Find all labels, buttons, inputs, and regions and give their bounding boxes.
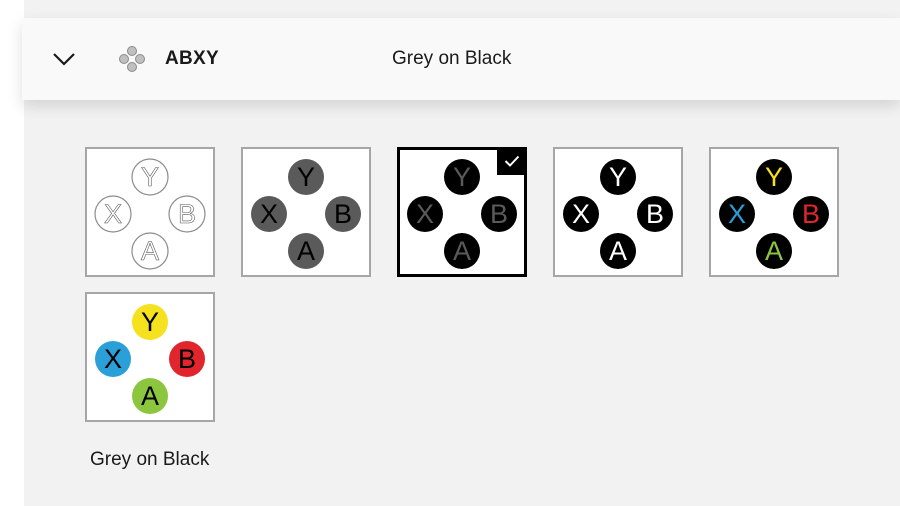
svg-text:A: A [297,236,315,266]
svg-text:B: B [178,199,196,229]
svg-text:Y: Y [141,307,159,337]
b-button-glyph: B [637,196,673,232]
b-button-glyph: B [481,196,517,232]
svg-text:Y: Y [609,162,627,192]
current-style-value: Grey on Black [392,48,512,69]
b-button-glyph: B [325,196,361,232]
svg-text:Y: Y [765,162,783,192]
style-option-grey-on-black[interactable]: YX BA [397,147,527,277]
a-button-glyph: A [132,378,168,414]
y-button-glyph: Y [288,159,324,195]
svg-text:X: X [416,199,434,229]
a-button-glyph: A [756,233,792,269]
style-option-white-on-black[interactable]: YX BA [553,147,683,277]
selected-style-caption: Grey on Black [90,449,210,470]
a-button-glyph: A [600,233,636,269]
b-button-glyph: B [168,195,206,233]
a-button-glyph: A [131,232,169,270]
a-button-glyph: A [444,233,480,269]
svg-text:A: A [609,236,627,266]
style-option-color-on-black[interactable]: YX BA [709,147,839,277]
x-button-glyph: X [407,196,443,232]
svg-text:Y: Y [453,162,471,192]
svg-text:B: B [646,199,664,229]
setting-title: ABXY [165,48,219,69]
style-option-black-on-color[interactable]: YX BA [85,292,215,422]
abxy-cluster-icon [118,45,146,73]
svg-text:B: B [802,199,820,229]
abxy-style-header[interactable]: ABXY Grey on Black [22,18,900,100]
y-button-glyph: Y [132,304,168,340]
svg-text:Y: Y [141,162,159,192]
svg-text:X: X [260,199,278,229]
svg-text:A: A [765,236,783,266]
svg-text:A: A [141,236,159,266]
x-button-glyph: X [251,196,287,232]
x-button-glyph: X [563,196,599,232]
chevron-down-icon[interactable] [50,45,78,73]
y-button-glyph: Y [600,159,636,195]
svg-text:Y: Y [297,162,315,192]
svg-text:X: X [104,344,122,374]
svg-text:X: X [104,199,122,229]
checkmark-icon [497,147,527,175]
x-button-glyph: X [95,341,131,377]
y-button-glyph: Y [444,159,480,195]
svg-text:B: B [178,344,196,374]
svg-text:A: A [141,381,159,411]
svg-text:A: A [453,236,471,266]
svg-text:B: B [334,199,352,229]
y-button-glyph: Y [131,158,169,196]
b-button-glyph: B [169,341,205,377]
y-button-glyph: Y [756,159,792,195]
svg-text:X: X [728,199,746,229]
style-option-outline-white[interactable]: YX BA [85,147,215,277]
x-button-glyph: X [719,196,755,232]
style-option-black-on-grey[interactable]: YX BA [241,147,371,277]
svg-text:B: B [490,199,508,229]
a-button-glyph: A [288,233,324,269]
x-button-glyph: X [94,195,132,233]
b-button-glyph: B [793,196,829,232]
svg-text:X: X [572,199,590,229]
